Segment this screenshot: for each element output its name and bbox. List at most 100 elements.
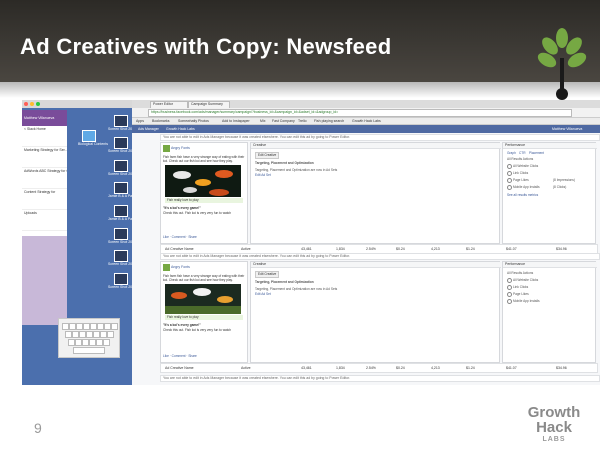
desktop: Matthew Villanueva < Slack Home Marketin… bbox=[22, 100, 155, 385]
list-item[interactable]: Uploads bbox=[22, 210, 67, 231]
file-icon[interactable] bbox=[114, 160, 128, 172]
bookmark-item[interactable]: Mix bbox=[260, 119, 265, 123]
option-count: (8 Impressions) bbox=[553, 178, 575, 182]
screenshot: Matthew Villanueva < Slack Home Marketin… bbox=[22, 100, 600, 385]
folder-icon[interactable] bbox=[82, 130, 96, 142]
file-icon[interactable] bbox=[114, 228, 128, 240]
list-item[interactable]: AdWords ABC Strategy for Google and Goog… bbox=[22, 168, 67, 189]
nav-business[interactable]: Growth Hack Labs bbox=[166, 127, 195, 131]
edit-adset-link[interactable]: Edit Ad Set bbox=[255, 173, 271, 177]
option-radio[interactable] bbox=[507, 278, 512, 283]
page-name[interactable]: Angry Fonts bbox=[171, 146, 190, 150]
bookmark-item[interactable]: Fish playing search bbox=[314, 119, 344, 123]
bookmark-item[interactable]: Growth Hack Labs bbox=[352, 119, 381, 123]
file-icon[interactable] bbox=[114, 250, 128, 262]
option-radio[interactable] bbox=[507, 178, 512, 183]
stat-cell: 4,213 bbox=[431, 366, 440, 370]
option-radio[interactable] bbox=[507, 285, 512, 290]
brand-word-hack: Hack bbox=[536, 419, 572, 436]
ad-image bbox=[165, 165, 241, 197]
performance-heading: Performance bbox=[503, 262, 597, 268]
brand-word-labs: LABS bbox=[542, 436, 566, 443]
list-item[interactable]: Marketing Strategy for Ser... bbox=[22, 147, 67, 168]
ad-preview: Angry Fonts Fish farm fish have a very s… bbox=[160, 261, 248, 363]
ad-body-text: Fish farm fish have a very strange way o… bbox=[163, 274, 245, 282]
stat-cell: $34.96 bbox=[556, 366, 567, 370]
brand-word-growth: Growth bbox=[527, 404, 581, 421]
stat-cell: $1.24 bbox=[466, 366, 475, 370]
avatar bbox=[163, 264, 170, 271]
edit-creative-button[interactable]: Edit Creative bbox=[255, 152, 280, 159]
option-radio[interactable] bbox=[507, 299, 512, 304]
tab-ctr[interactable]: CTR bbox=[519, 151, 526, 155]
ad-headline: "It's a koi's every game!" bbox=[163, 323, 201, 327]
mac-menubar bbox=[22, 100, 132, 108]
bookmark-item[interactable]: Add to Instapaper bbox=[222, 119, 250, 123]
creative-panel: Creative Edit Creative Targeting, Placem… bbox=[250, 142, 501, 244]
ad-link-caption[interactable]: Fish really love to play bbox=[165, 198, 243, 203]
growth-hack-labs-logo: Growth Hack LABS bbox=[518, 405, 590, 444]
option-radio[interactable] bbox=[507, 185, 512, 190]
ad-actions[interactable]: Like · Comment · Share bbox=[163, 354, 245, 358]
bookmark-item[interactable]: Fast Company bbox=[272, 119, 295, 123]
ad-description: Check this out. Fish koi is very very fu… bbox=[163, 211, 232, 215]
bookmark-item[interactable]: Apps bbox=[136, 119, 144, 123]
mail-back-link[interactable]: < Slack Home bbox=[22, 126, 67, 147]
performance-panel: Performance All Results Actions All Webs… bbox=[502, 261, 597, 363]
mail-header: Matthew Villanueva bbox=[22, 110, 67, 126]
option-label: Page Likes bbox=[513, 178, 529, 182]
status-cell: Active bbox=[241, 366, 251, 370]
edit-adset-link[interactable]: Edit Ad Set bbox=[255, 292, 271, 296]
bookmark-item[interactable]: Bookmarks bbox=[152, 119, 170, 123]
file-icon[interactable] bbox=[114, 205, 128, 217]
stat-cell: 1,834 bbox=[336, 366, 345, 370]
targeting-title: Targeting, Placement and Optimization bbox=[255, 161, 314, 165]
tab-placement[interactable]: Placement bbox=[529, 151, 544, 155]
stat-cell: 4,213 bbox=[431, 247, 440, 251]
list-item[interactable]: Content Strategy for bbox=[22, 189, 67, 210]
header-shadow bbox=[0, 82, 600, 98]
stat-cell: 1,834 bbox=[336, 247, 345, 251]
option-count: (8 Clicks) bbox=[553, 185, 567, 189]
option-label: Mobile App Installs bbox=[513, 299, 540, 303]
file-icon[interactable] bbox=[114, 137, 128, 149]
user-name[interactable]: Matthew Villanueva bbox=[552, 127, 582, 131]
notice-banner: You are not able to edit in Ads Manager … bbox=[160, 253, 600, 260]
all-metrics-link[interactable]: See all results metrics bbox=[507, 193, 538, 197]
ads-manager-bar: Ads Manager Growth Hack Labs Matthew Vil… bbox=[132, 125, 600, 133]
file-icon[interactable] bbox=[114, 182, 128, 194]
performance-heading: Performance bbox=[503, 143, 597, 149]
ad-actions[interactable]: Like · Comment · Share bbox=[163, 235, 245, 239]
ad-section-2: You are not able to edit in Ads Manager … bbox=[160, 253, 600, 373]
bookmark-item[interactable]: Trello bbox=[298, 119, 307, 123]
stats-row[interactable]: Ad Creative Name Active 43,461 1,834 2.5… bbox=[160, 363, 598, 373]
option-radio[interactable] bbox=[507, 292, 512, 297]
on-screen-keyboard[interactable] bbox=[58, 318, 120, 358]
file-icon[interactable] bbox=[114, 273, 128, 285]
creative-panel: Creative Edit Creative Targeting, Placem… bbox=[250, 261, 501, 363]
metrics-title: All Results Actions bbox=[507, 157, 534, 161]
url-input[interactable]: https://business.facebook.com/ads/manage… bbox=[148, 109, 572, 117]
option-radio[interactable] bbox=[507, 164, 512, 169]
bookmarks-bar: Apps Bookmarks Somewhatly Photos Add to … bbox=[132, 118, 600, 125]
ad-section-3: You are not able to edit in Ads Manager … bbox=[160, 375, 600, 385]
ad-description: Check this out. Fish koi is very very fu… bbox=[163, 328, 232, 332]
ad-image bbox=[165, 284, 241, 314]
file-icon[interactable] bbox=[114, 115, 128, 127]
page-name[interactable]: Angry Fonts bbox=[171, 265, 190, 269]
sprout-logo-icon bbox=[537, 28, 587, 100]
status-cell: Active bbox=[241, 247, 251, 251]
tab-graph[interactable]: Graph bbox=[507, 151, 516, 155]
stat-cell: $34.96 bbox=[556, 247, 567, 251]
nav-ads-manager[interactable]: Ads Manager bbox=[138, 127, 159, 131]
ad-headline: "It's a koi's every game!" bbox=[163, 206, 201, 210]
stat-cell: $41.07 bbox=[506, 247, 517, 251]
edit-creative-button[interactable]: Edit Creative bbox=[255, 271, 280, 278]
bookmark-item[interactable]: Somewhatly Photos bbox=[178, 119, 209, 123]
option-label: Link Clicks bbox=[513, 285, 529, 289]
stat-cell: 43,461 bbox=[301, 366, 312, 370]
targeting-text: Targeting, Placement and Optimization ar… bbox=[255, 168, 338, 172]
option-radio[interactable] bbox=[507, 171, 512, 176]
ad-link-caption[interactable]: Fish really love to play bbox=[165, 315, 243, 320]
stat-cell: 43,461 bbox=[301, 247, 312, 251]
